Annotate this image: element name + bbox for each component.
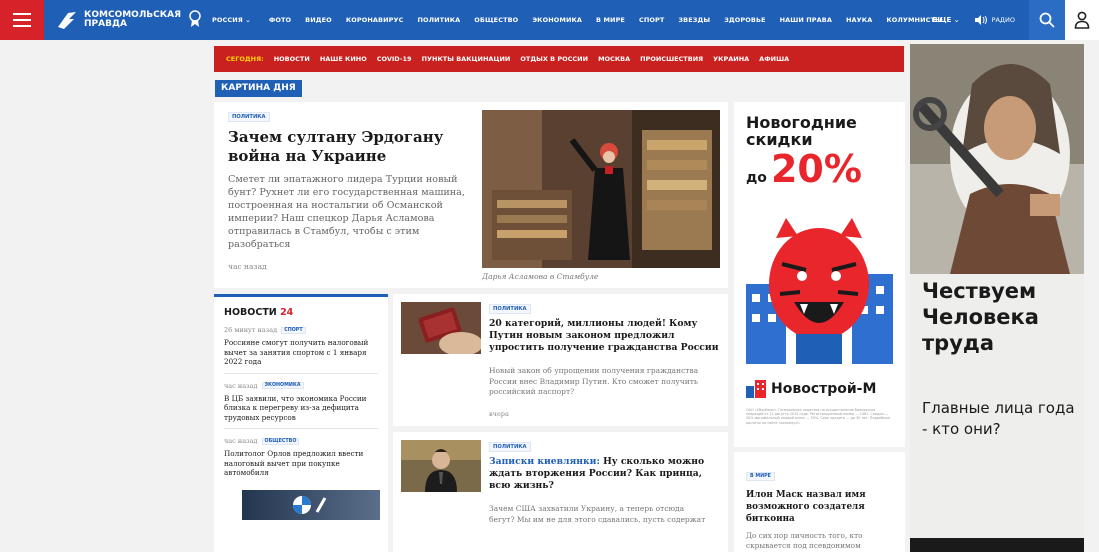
category-tag[interactable]: ОБЩЕСТВО <box>261 437 300 445</box>
banner-subheading: Главные лица года - кто они? <box>922 399 1075 438</box>
news-card[interactable]: ПОЛИТИКА Записки киевлянки: Ну сколько м… <box>393 432 728 552</box>
user-icon <box>1074 11 1090 29</box>
card-title[interactable]: 20 категорий, миллионы людей! Кому Путин… <box>489 318 719 354</box>
nav-item-stars[interactable]: ЗВЕЗДЫ <box>678 16 710 24</box>
lead-story[interactable]: ПОЛИТИКА Зачем султану Эрдогану война на… <box>214 102 728 288</box>
speaker-icon <box>974 15 987 25</box>
card-thumbnail[interactable] <box>401 302 483 356</box>
advertisement-banner[interactable]: Чествуем Человека труда Главные лица год… <box>910 44 1084 552</box>
nav-item-sport[interactable]: СПОРТ <box>639 16 664 24</box>
nav-item-video[interactable]: ВИДЕО <box>305 16 332 24</box>
rubric-highlight[interactable]: Записки киевлянки: <box>489 456 600 467</box>
order-badge-icon <box>187 8 203 32</box>
lead-description: Сметет ли эпатажного лидера Турции новый… <box>228 174 465 250</box>
news-card[interactable]: ПОЛИТИКА 20 категорий, миллионы людей! К… <box>393 294 728 426</box>
nav-item-economy[interactable]: ЭКОНОМИКА <box>532 16 582 24</box>
banner-photo <box>910 44 1084 274</box>
news-feed: НОВОСТИ 24 26 минут назад СПОРТ Россияне … <box>214 294 388 552</box>
today-item-covid[interactable]: COVID-19 <box>377 55 412 63</box>
nav-item-health[interactable]: ЗДОРОВЬЕ <box>724 16 765 24</box>
today-item-vaccination[interactable]: ПУНКТЫ ВАКЦИНАЦИИ <box>422 55 511 63</box>
logo-text-line2: правда <box>84 19 127 29</box>
main-nav: РОССИЯ ⌄ ФОТО ВИДЕО КОРОНАВИРУС ПОЛИТИКА… <box>212 0 956 40</box>
category-tag[interactable]: В МИРЕ <box>746 472 775 481</box>
advertisement-sale[interactable]: Новогодние скидки до 20% Новострой-М ОАО … <box>734 102 905 447</box>
ad-discount: до 20% <box>746 147 862 191</box>
photo-caption: Дарья Асламова в Стамбуле <box>482 272 599 281</box>
today-item-cinema[interactable]: НАШЕ КИНО <box>320 55 367 63</box>
banner-heading: Чествуем Человека труда <box>922 279 1039 355</box>
login-button[interactable] <box>1065 0 1099 40</box>
nav-item-politics[interactable]: ПОЛИТИКА <box>417 16 460 24</box>
news-headline[interactable]: Россияне смогут получить налоговый вычет… <box>224 338 378 367</box>
nav-item-photo[interactable]: ФОТО <box>269 16 291 24</box>
lead-photo[interactable] <box>482 110 720 268</box>
list-item[interactable]: час назад ОБЩЕСТВО Политолог Орлов предло… <box>224 437 378 484</box>
today-strip: СЕГОДНЯ: НОВОСТИ НАШЕ КИНО COVID-19 ПУНК… <box>214 46 904 72</box>
logo-bird-icon <box>56 9 78 31</box>
chevron-down-icon: ⌄ <box>245 16 251 24</box>
today-item-poster[interactable]: АФИША <box>759 55 789 63</box>
news-feed-title[interactable]: НОВОСТИ 24 <box>224 307 378 318</box>
banner-footer <box>910 538 1084 552</box>
nav-item-coronavirus[interactable]: КОРОНАВИРУС <box>346 16 404 24</box>
hamburger-icon <box>13 13 31 15</box>
category-tag[interactable]: ПОЛИТИКА <box>489 442 531 452</box>
nav-item-science[interactable]: НАУКА <box>846 16 872 24</box>
ad-title: Новогодние скидки <box>746 113 857 149</box>
nav-item-rights[interactable]: НАШИ ПРАВА <box>780 16 832 24</box>
top-navigation-bar: комсомольская правда РОССИЯ ⌄ ФОТО ВИДЕО… <box>0 0 1099 40</box>
today-item-ukraine[interactable]: УКРАИНА <box>713 55 749 63</box>
search-button[interactable] <box>1029 0 1065 40</box>
ad-disclaimer: ОАО «Сбербанк». Генеральная лицензия на … <box>746 408 891 425</box>
card-title[interactable]: Илон Маск назвал имя возможного создател… <box>746 489 893 525</box>
card-description: До сих пор личность того, кто скрывается… <box>746 531 863 550</box>
category-tag[interactable]: СПОРТ <box>281 326 306 334</box>
list-item[interactable]: 26 минут назад СПОРТ Россияне смогут полу… <box>224 326 378 374</box>
ad-brand: Новострой-М <box>746 380 876 398</box>
building-icon <box>746 380 766 398</box>
menu-button[interactable] <box>0 0 44 40</box>
list-item[interactable]: час назад ЭКОНОМИКА В ЦБ заявили, что эко… <box>224 382 378 429</box>
region-selector[interactable]: РОССИЯ ⌄ <box>212 16 251 24</box>
category-tag[interactable]: ЭКОНОМИКА <box>261 382 304 389</box>
picture-of-day-label: КАРТИНА ДНЯ <box>215 80 302 97</box>
car-brand-logo <box>293 495 327 514</box>
lead-title[interactable]: Зачем султану Эрдогану война на Украине <box>228 128 478 166</box>
search-icon <box>1039 12 1055 28</box>
category-tag[interactable]: ПОЛИТИКА <box>228 112 270 122</box>
today-item-travel[interactable]: ОТДЫХ В РОССИИ <box>520 55 588 63</box>
news-image[interactable] <box>242 489 380 520</box>
news-headline[interactable]: Политолог Орлов предложил ввести налогов… <box>224 449 378 478</box>
card-description: Зачем США захватили Украину, а теперь от… <box>489 504 706 524</box>
more-menu[interactable]: ЕЩЕ ⌄ <box>932 16 959 24</box>
nav-item-world[interactable]: В МИРЕ <box>596 16 625 24</box>
card-title[interactable]: Записки киевлянки: Ну сколько можно ждат… <box>489 456 719 492</box>
radio-button[interactable]: РАДИО <box>974 15 1015 25</box>
category-tag[interactable]: ПОЛИТИКА <box>489 304 531 314</box>
lead-time: час назад <box>228 262 267 271</box>
today-item-incidents[interactable]: ПРОИСШЕСТВИЯ <box>640 55 703 63</box>
today-item-moscow[interactable]: МОСКВА <box>598 55 630 63</box>
news-headline[interactable]: В ЦБ заявили, что экономика России близк… <box>224 394 378 423</box>
chevron-down-icon: ⌄ <box>953 16 960 24</box>
card-time: вчера <box>489 410 509 418</box>
today-item-news[interactable]: НОВОСТИ <box>274 55 310 63</box>
site-logo[interactable]: комсомольская правда <box>56 8 206 32</box>
today-label: СЕГОДНЯ: <box>226 55 264 63</box>
news-card[interactable]: В МИРЕ Илон Маск назвал имя возможного с… <box>734 452 905 552</box>
card-thumbnail[interactable] <box>401 440 481 492</box>
tiger-illustration <box>746 218 893 364</box>
nav-item-society[interactable]: ОБЩЕСТВО <box>474 16 518 24</box>
card-description: Новый закон об упрощении получения гражд… <box>489 366 699 396</box>
